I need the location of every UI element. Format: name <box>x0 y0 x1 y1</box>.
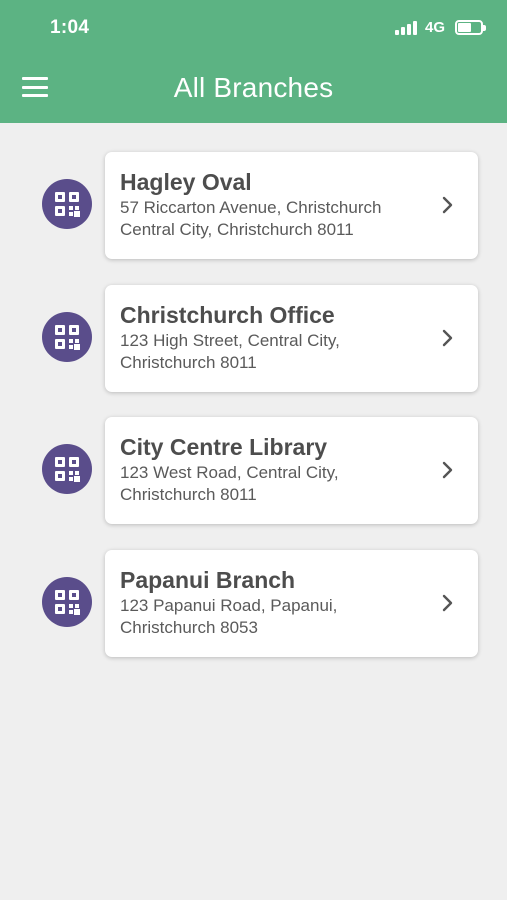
branch-address: 123 West Road, Central City, Christchurc… <box>120 463 339 504</box>
chevron-right-icon <box>442 329 453 346</box>
chevron-right-icon <box>442 594 453 611</box>
branch-name: Papanui Branch <box>120 566 296 593</box>
branch-row: City Centre Library 123 West Road, Centr… <box>0 415 507 548</box>
app-header: 1:04 4G All Branches <box>0 0 507 123</box>
branch-row: Papanui Branch 123 Papanui Road, Papanui… <box>0 548 507 681</box>
battery-icon <box>455 20 486 35</box>
chevron-right-icon <box>442 461 453 479</box>
branch-card[interactable]: Hagley Oval 57 Riccarton Avenue, Christc… <box>105 152 478 259</box>
branch-address: 57 Riccarton Avenue, Christchurch Centra… <box>120 198 382 239</box>
qr-code-icon[interactable] <box>42 179 92 229</box>
branch-name: Hagley Oval <box>120 169 252 195</box>
branch-list: Hagley Oval 57 Riccarton Avenue, Christc… <box>0 150 507 680</box>
network-type: 4G <box>424 19 445 36</box>
branch-card[interactable]: City Centre Library 123 West Road, Centr… <box>105 417 478 524</box>
status-bar: 1:04 4G <box>0 0 507 56</box>
page-title: All Branches <box>173 72 334 103</box>
qr-code-icon[interactable] <box>42 311 92 362</box>
branch-name: Christchurch Office <box>120 301 335 328</box>
signal-strength-icon <box>394 20 417 35</box>
qr-code-icon[interactable] <box>42 444 92 494</box>
branch-row: Hagley Oval 57 Riccarton Avenue, Christc… <box>0 150 507 283</box>
branch-card[interactable]: Christchurch Office 123 High Street, Cen… <box>105 284 478 392</box>
branch-name: City Centre Library <box>120 434 328 460</box>
branch-address: 123 Papanui Road, Papanui, Christchurch … <box>120 595 338 637</box>
qr-code-icon[interactable] <box>42 576 92 627</box>
branch-card[interactable]: Papanui Branch 123 Papanui Road, Papanui… <box>105 549 478 657</box>
branch-row: Christchurch Office 123 High Street, Cen… <box>0 283 507 416</box>
status-time: 1:04 <box>50 17 90 38</box>
branch-address: 123 High Street, Central City, Christchu… <box>120 330 340 372</box>
chevron-right-icon <box>442 196 453 214</box>
status-indicators: 4G <box>394 19 486 36</box>
